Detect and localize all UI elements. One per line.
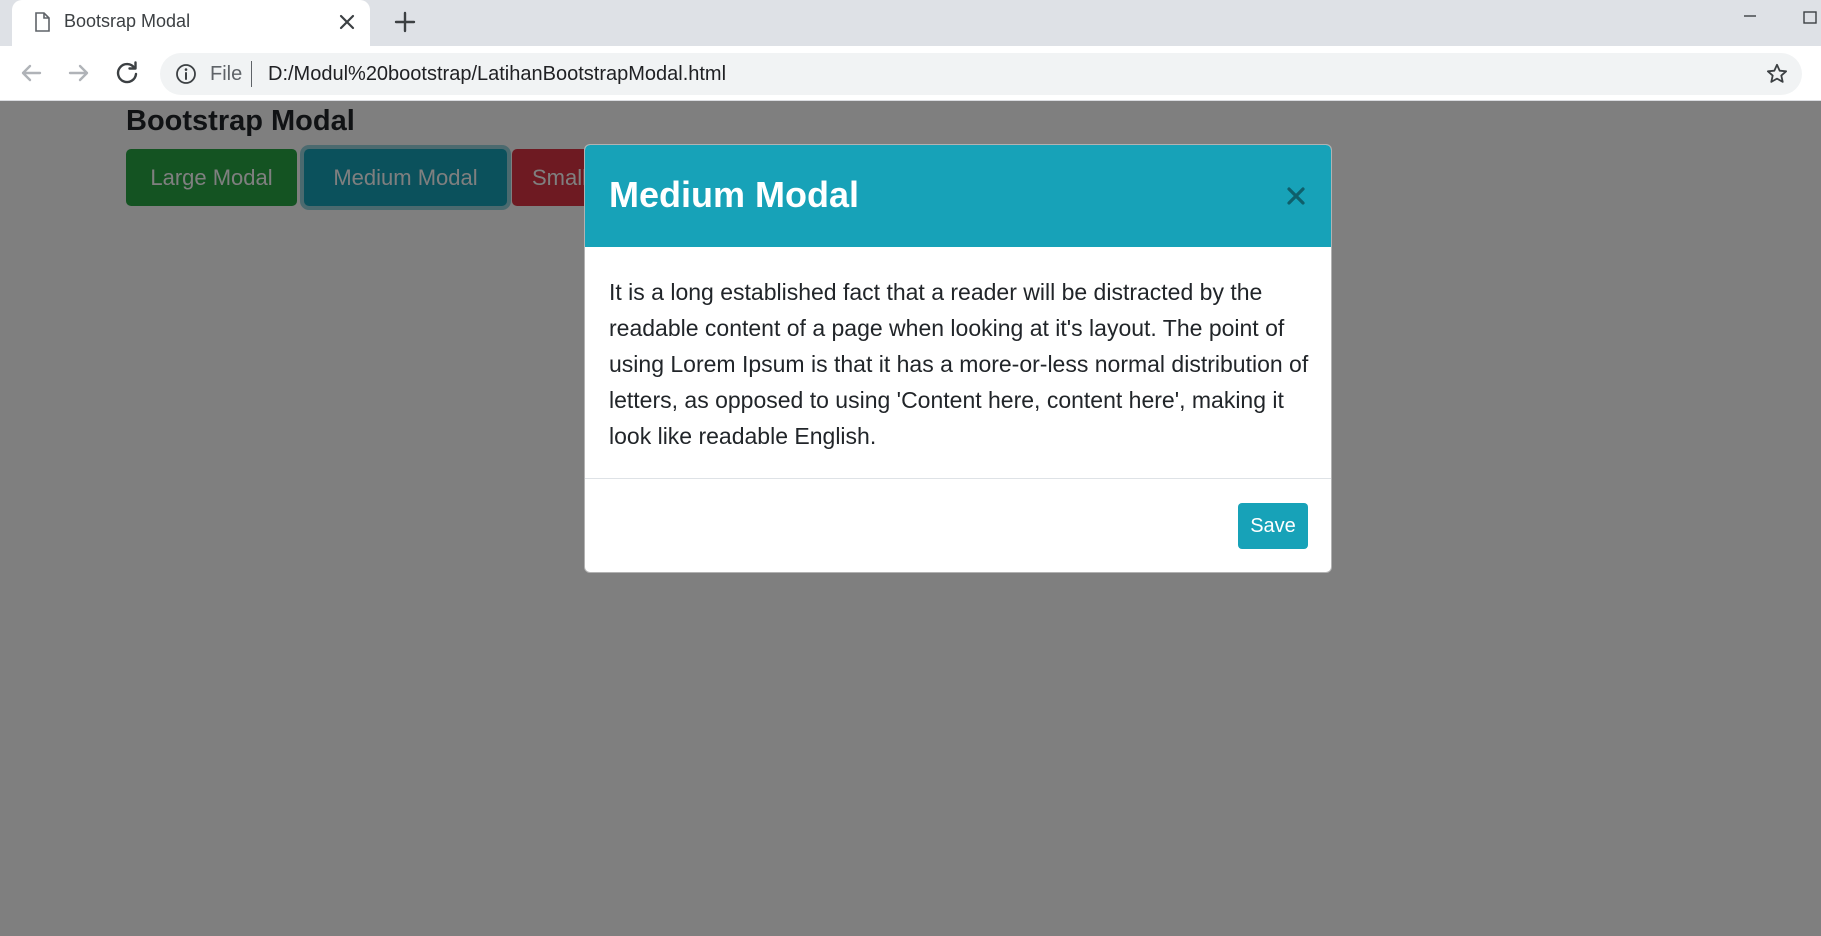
scheme-label: File — [210, 63, 243, 85]
tab-title: Bootsrap Modal — [64, 11, 191, 31]
forward-arrow-icon[interactable] — [62, 56, 96, 90]
modal-body-text: It is a long established fact that a rea… — [609, 279, 1309, 449]
scheme-divider — [251, 61, 252, 87]
close-icon[interactable] — [1283, 183, 1309, 209]
url-text[interactable]: D:/Modul%20bootstrap/LatihanBootstrapMod… — [268, 63, 726, 85]
address-bar[interactable]: File D:/Modul%20bootstrap/LatihanBootstr… — [160, 53, 1802, 95]
info-icon[interactable] — [175, 63, 197, 85]
minimize-icon[interactable] — [1735, 4, 1765, 28]
maximize-icon[interactable] — [1795, 6, 1821, 28]
back-arrow-icon[interactable] — [14, 56, 48, 90]
reload-icon[interactable] — [110, 56, 144, 90]
modal-title: Medium Modal — [609, 174, 859, 215]
page-icon — [35, 12, 50, 32]
browser-tab[interactable]: Bootsrap Modal — [12, 0, 370, 46]
browser-toolbar: File D:/Modul%20bootstrap/LatihanBootstr… — [0, 46, 1821, 101]
tab-strip: Bootsrap Modal — [0, 0, 1821, 46]
modal-footer-divider — [585, 478, 1331, 479]
plus-icon[interactable] — [390, 7, 420, 37]
close-icon[interactable] — [334, 9, 360, 35]
save-button[interactable]: Save — [1238, 503, 1308, 549]
star-icon[interactable] — [1765, 62, 1789, 86]
modal-dialog: Medium Modal It is a long established fa… — [584, 144, 1332, 573]
modal-header: Medium Modal — [585, 145, 1331, 247]
